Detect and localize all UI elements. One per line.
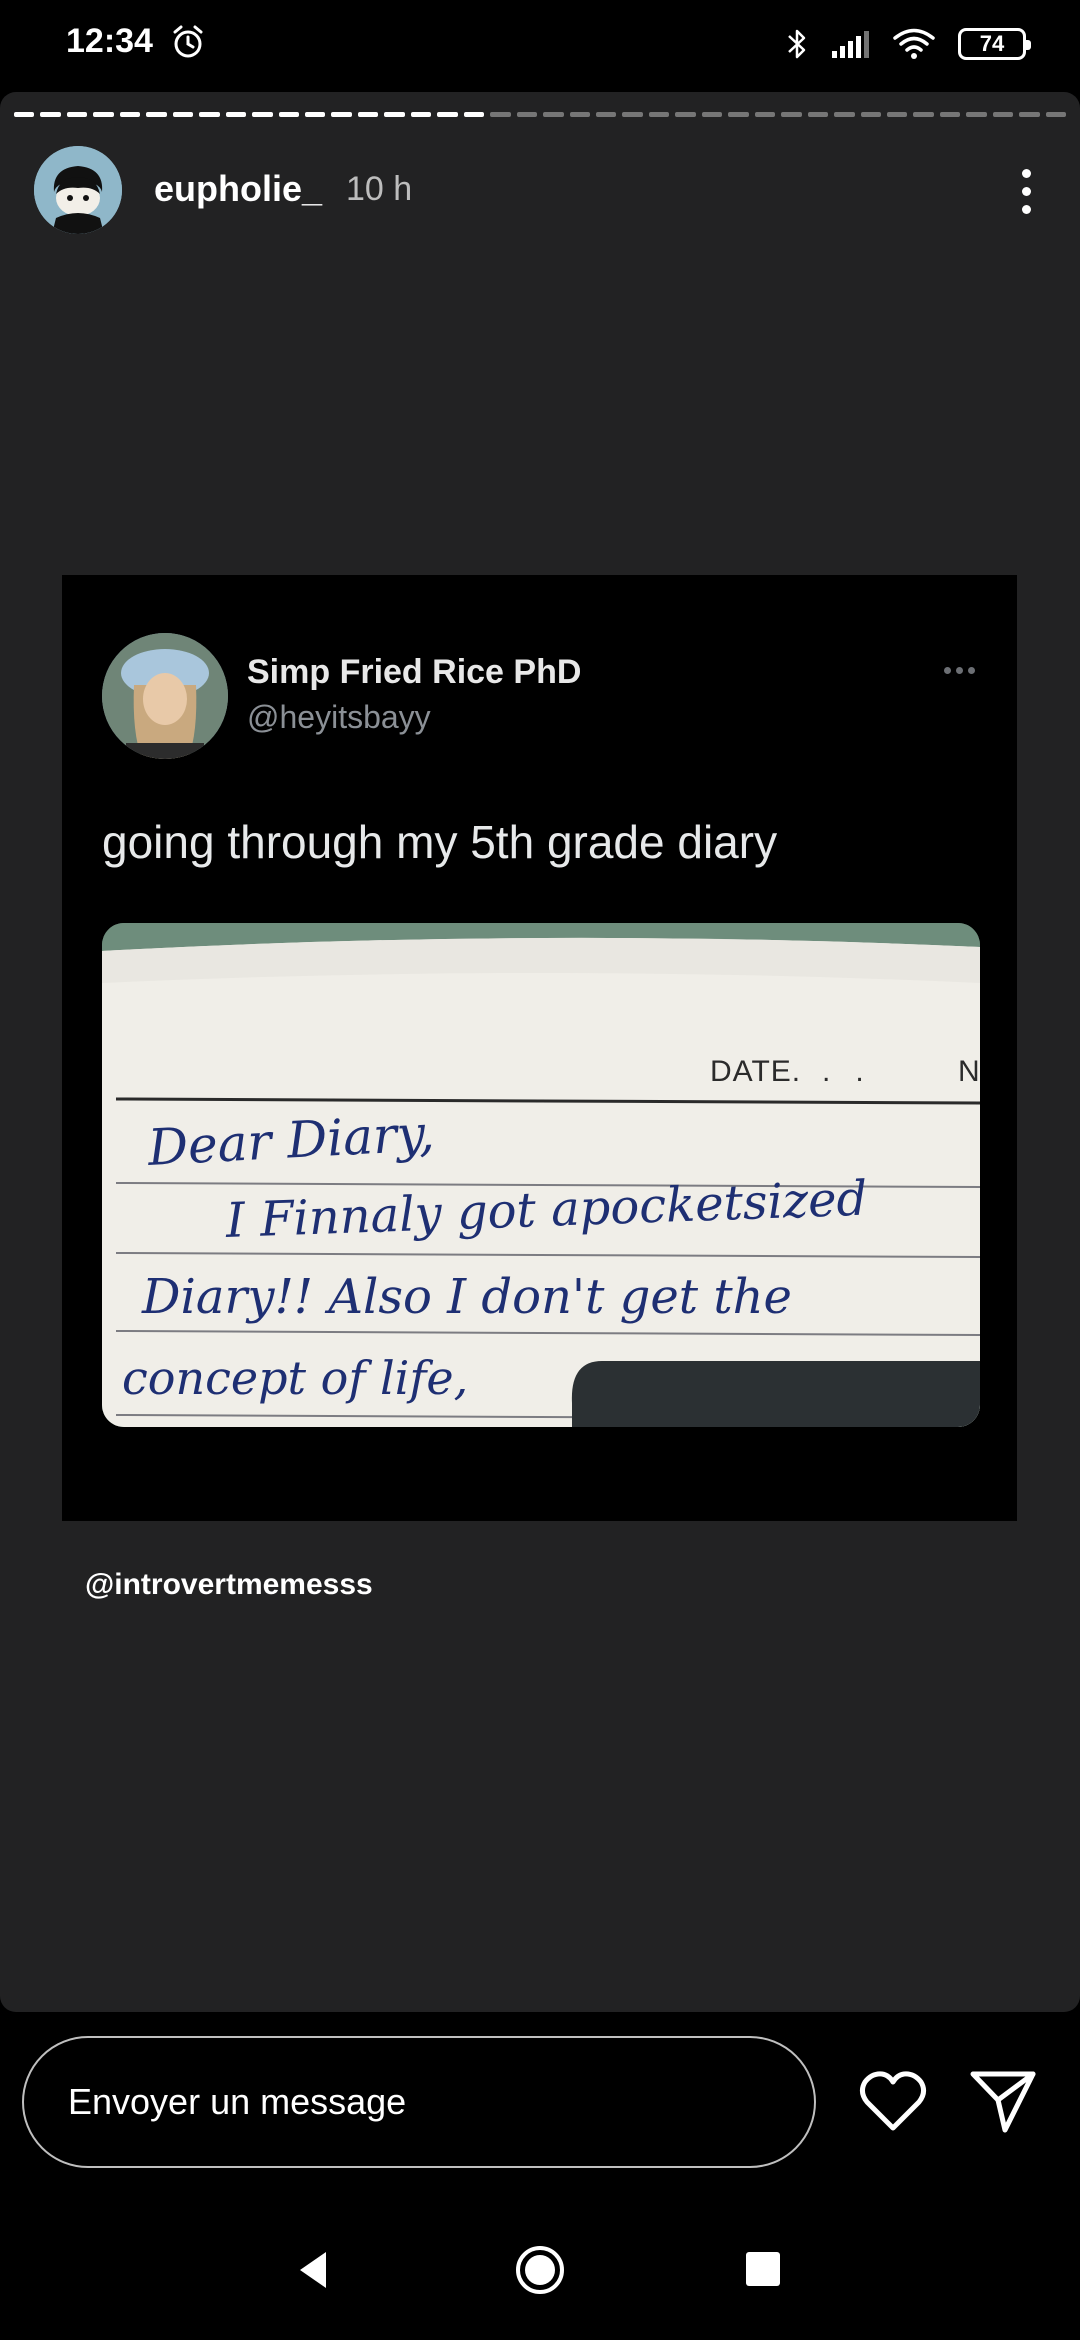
message-input[interactable]: Envoyer un message xyxy=(22,2036,816,2168)
diary-date-dots: . . xyxy=(822,1055,864,1088)
more-horizontal-icon xyxy=(944,667,975,674)
progress-segment xyxy=(490,112,511,117)
progress-segment xyxy=(939,112,961,117)
progress-segment xyxy=(463,112,485,117)
home-icon[interactable] xyxy=(514,2244,566,2296)
progress-segment xyxy=(754,112,776,117)
progress-segment xyxy=(146,112,167,117)
progress-segment xyxy=(357,112,379,117)
battery-icon: 74 xyxy=(958,28,1031,60)
heart-icon[interactable] xyxy=(858,2070,928,2134)
progress-segment xyxy=(648,112,670,117)
story-username[interactable]: eupholie_ xyxy=(154,168,322,210)
progress-segment xyxy=(913,112,934,117)
status-time: 12:34 xyxy=(66,22,153,60)
progress-segment xyxy=(304,112,326,117)
tweet-card: Simp Fried Rice PhD @heyitsbayy going th… xyxy=(62,575,1017,1521)
progress-segment xyxy=(1045,112,1067,117)
progress-segment xyxy=(675,112,696,117)
progress-segment xyxy=(1019,112,1040,117)
progress-segment xyxy=(93,112,114,117)
story-view[interactable]: eupholie_ 10 h Simp Fried Rice PhD @heyi… xyxy=(0,92,1080,2012)
progress-segment xyxy=(728,112,749,117)
system-nav-bar xyxy=(0,2210,1080,2340)
progress-segment xyxy=(543,112,564,117)
progress-segment xyxy=(860,112,881,117)
progress-segment xyxy=(40,112,61,117)
progress-segment xyxy=(384,112,405,117)
back-icon[interactable] xyxy=(296,2250,330,2290)
send-icon[interactable] xyxy=(968,2068,1038,2136)
more-vertical-icon[interactable] xyxy=(1006,156,1046,226)
story-progress-bar xyxy=(14,112,1067,117)
progress-segment xyxy=(172,112,194,117)
avatar-image xyxy=(34,146,122,234)
progress-segment xyxy=(886,112,908,117)
progress-segment xyxy=(622,112,643,117)
recent-apps-icon[interactable] xyxy=(746,2252,780,2286)
progress-segment xyxy=(701,112,723,117)
tweet-avatar xyxy=(102,633,228,759)
progress-segment xyxy=(225,112,247,117)
tweet-image: DATE. . . N Dear Diary, I Finnaly got ap… xyxy=(102,923,980,1427)
diary-date-label: DATE. xyxy=(710,1055,802,1088)
progress-segment xyxy=(331,112,352,117)
message-input-placeholder: Envoyer un message xyxy=(68,2081,407,2122)
status-bar: 12:34 74 xyxy=(0,0,1080,88)
alarm-clock-icon xyxy=(173,25,203,58)
progress-segment xyxy=(14,112,35,117)
story-header: eupholie_ 10 h xyxy=(34,146,1046,236)
progress-segment xyxy=(966,112,987,117)
diary-corner-letter: N xyxy=(958,1055,980,1088)
progress-segment xyxy=(199,112,220,117)
progress-segment xyxy=(834,112,855,117)
progress-segment xyxy=(278,112,299,117)
bluetooth-icon xyxy=(788,29,806,59)
progress-segment xyxy=(437,112,458,117)
progress-segment xyxy=(252,112,273,117)
progress-segment xyxy=(781,112,802,117)
battery-level: 74 xyxy=(979,31,1005,56)
progress-segment xyxy=(569,112,590,117)
progress-segment xyxy=(516,112,538,117)
progress-segment xyxy=(595,112,617,117)
avatar[interactable] xyxy=(34,146,122,234)
signal-icon xyxy=(832,31,869,58)
progress-segment xyxy=(807,112,829,117)
tweet-text: going through my 5th grade diary xyxy=(102,816,778,868)
progress-segment xyxy=(119,112,141,117)
progress-segment xyxy=(410,112,432,117)
tweet-author-handle: @heyitsbayy xyxy=(247,699,431,735)
mention-sticker[interactable]: @introvertmemesss xyxy=(85,1568,373,1602)
progress-segment xyxy=(66,112,88,117)
diary-line-3: Diary!! Also I don't get the xyxy=(142,1269,792,1325)
status-icons: 74 xyxy=(786,22,1031,66)
diary-line-4: concept of life, xyxy=(122,1351,469,1405)
progress-segment xyxy=(992,112,1014,117)
wifi-icon xyxy=(893,28,935,59)
tweet-author-name: Simp Fried Rice PhD xyxy=(247,653,582,691)
story-time-ago: 10 h xyxy=(346,170,413,208)
